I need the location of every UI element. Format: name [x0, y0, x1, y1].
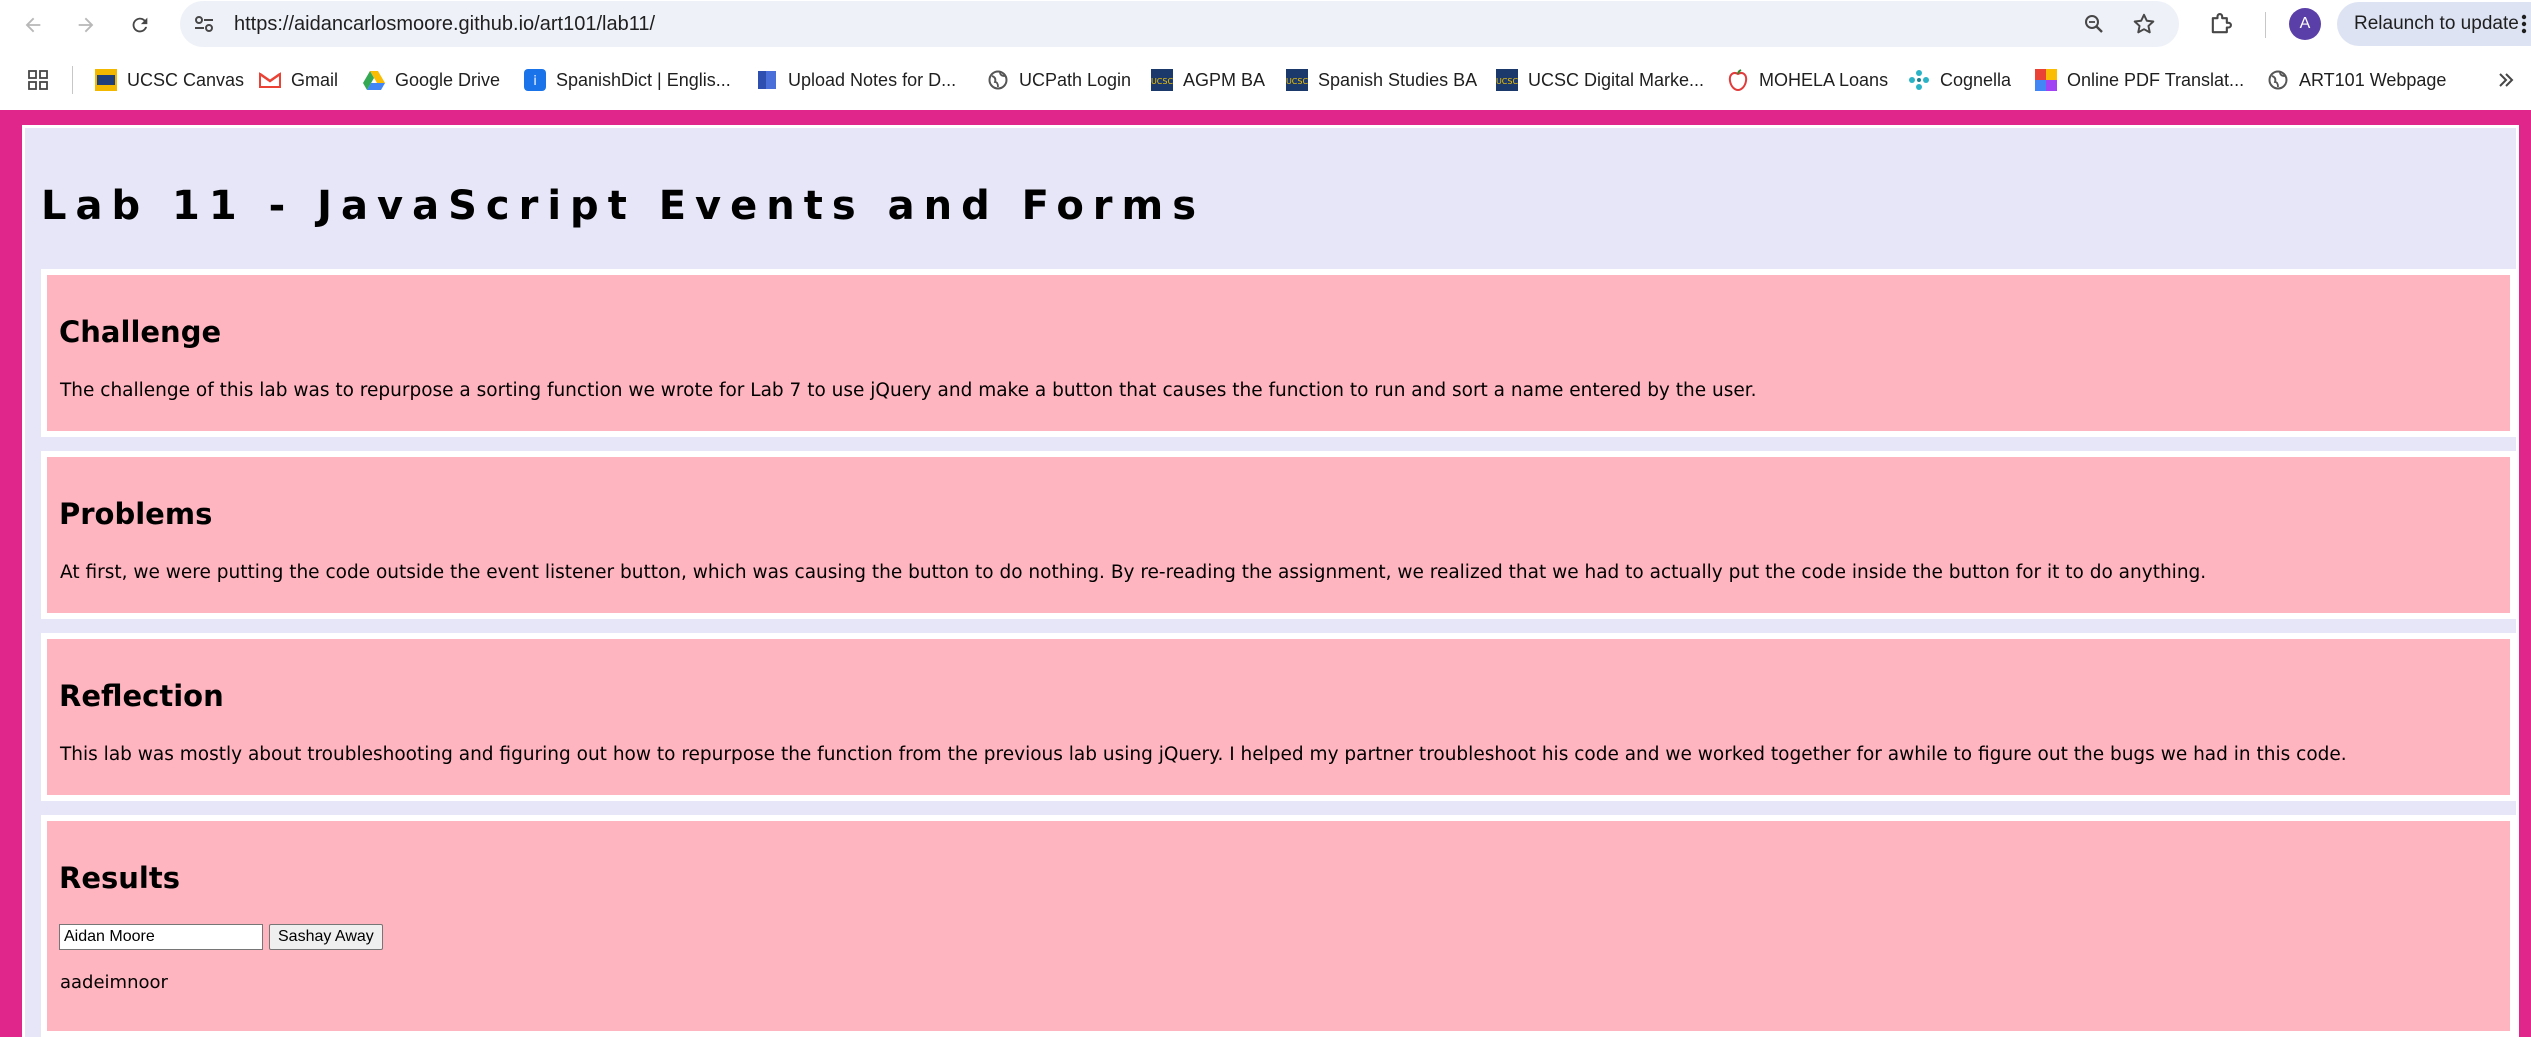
chevron-double-right-icon[interactable] — [2496, 70, 2516, 90]
bookmark-label: UCPath Login — [1019, 69, 1132, 90]
bookmark-ucsc-canvas[interactable]: UCSC Canvas — [95, 64, 244, 96]
reflection-text: This lab was mostly about troubleshootin… — [60, 744, 2347, 765]
bookmark-label: ART101 Webpage — [2299, 69, 2447, 90]
bookmark-agpm-ba[interactable]: UCSC AGPM BA — [1151, 64, 1265, 96]
google-drive-icon — [363, 69, 385, 91]
bookmark-label: MOHELA Loans — [1759, 69, 1889, 90]
relaunch-button[interactable]: Relaunch to update — [2337, 2, 2531, 46]
back-arrow-icon — [25, 17, 41, 33]
cognella-icon — [1908, 69, 1930, 91]
url-text[interactable]: https://aidancarlosmoore.github.io/art10… — [234, 1, 655, 47]
reload-icon — [132, 17, 148, 33]
ucsc-canvas-icon — [95, 69, 117, 91]
apps-grid-icon[interactable] — [26, 68, 50, 92]
bookmark-label: Gmail — [291, 69, 339, 90]
reflection-section: Reflection This lab was mostly about tro… — [41, 633, 2516, 801]
address-bar[interactable]: https://aidancarlosmoore.github.io/art10… — [180, 1, 2179, 47]
forward-button[interactable] — [71, 10, 101, 40]
page-viewport: Lab 11 - JavaScript Events and Forms Cha… — [0, 110, 2531, 1037]
zoom-icon[interactable] — [2082, 12, 2106, 36]
problems-section: Problems At first, we were putting the c… — [41, 451, 2516, 619]
bookmark-gmail[interactable]: Gmail — [259, 64, 338, 96]
problems-text: At first, we were putting the code outsi… — [60, 562, 2207, 583]
challenge-section: Challenge The challenge of this lab was … — [41, 269, 2516, 437]
relaunch-label: Relaunch to update — [2354, 13, 2519, 34]
pdf-translate-icon — [2035, 69, 2057, 91]
name-input[interactable] — [59, 924, 263, 950]
bookmark-ucpath[interactable]: UCPath Login — [987, 64, 1131, 96]
globe-icon — [2267, 69, 2289, 91]
sashay-away-button[interactable]: Sashay Away — [269, 924, 383, 950]
bookmark-cognella[interactable]: Cognella — [1908, 64, 2011, 96]
bookmark-label: Spanish Studies BA — [1318, 69, 1478, 90]
svg-text:UCSC: UCSC — [1286, 77, 1308, 86]
browser-toolbar: https://aidancarlosmoore.github.io/art10… — [0, 0, 2531, 50]
bookmark-star-icon[interactable] — [2131, 11, 2157, 37]
svg-text:i: i — [533, 74, 537, 89]
svg-text:UCSC: UCSC — [1151, 77, 1173, 86]
ucsc-logo-icon: UCSC — [1151, 69, 1173, 91]
bookmark-pdf-translator[interactable]: Online PDF Translat... — [2035, 64, 2244, 96]
problems-heading: Problems — [59, 497, 213, 531]
reflection-heading: Reflection — [59, 679, 224, 713]
bookmark-art101[interactable]: ART101 Webpage — [2267, 64, 2446, 96]
challenge-heading: Challenge — [59, 315, 222, 349]
bookmark-google-drive[interactable]: Google Drive — [363, 64, 500, 96]
gmail-icon — [259, 69, 281, 91]
sort-form: Sashay Away — [59, 924, 383, 950]
bookmark-upload-notes[interactable]: Upload Notes for D... — [756, 64, 956, 96]
toolbar-divider — [2265, 12, 2266, 38]
bookmark-label: UCSC Canvas — [127, 69, 245, 90]
bookmark-label: Upload Notes for D... — [788, 69, 957, 90]
back-button[interactable] — [18, 10, 48, 40]
bookmark-spanishdict[interactable]: i SpanishDict | Englis... — [524, 64, 731, 96]
site-settings-icon[interactable] — [192, 12, 216, 36]
sorted-name-output: aadeimnoor — [60, 972, 168, 993]
document-icon — [756, 69, 778, 91]
bookmark-spanish-studies[interactable]: UCSC Spanish Studies BA — [1286, 64, 1477, 96]
svg-text:UCSC: UCSC — [1496, 77, 1518, 86]
profile-avatar[interactable]: A — [2289, 8, 2321, 40]
mohela-icon — [1727, 69, 1749, 91]
results-heading: Results — [59, 861, 180, 895]
more-menu-icon[interactable] — [2521, 14, 2527, 34]
bookmark-label: Google Drive — [395, 69, 501, 90]
bookmarks-divider — [72, 66, 73, 94]
bookmark-label: UCSC Digital Marke... — [1528, 69, 1705, 90]
extensions-icon[interactable] — [2207, 10, 2235, 38]
page-title: Lab 11 - JavaScript Events and Forms — [41, 183, 1206, 229]
challenge-text: The challenge of this lab was to repurpo… — [60, 380, 1757, 401]
results-section: Results Sashay Away aadeimnoor — [41, 815, 2516, 1037]
bookmark-label: Cognella — [1940, 69, 2012, 90]
globe-icon — [987, 69, 1009, 91]
forward-arrow-icon — [78, 17, 94, 33]
bookmark-label: Online PDF Translat... — [2067, 69, 2245, 90]
bookmark-label: AGPM BA — [1183, 69, 1266, 90]
ucsc-logo-icon: UCSC — [1496, 69, 1518, 91]
spanishdict-icon: i — [524, 69, 546, 91]
bookmark-label: SpanishDict | Englis... — [556, 69, 731, 90]
main-container: Lab 11 - JavaScript Events and Forms Cha… — [22, 125, 2519, 1037]
bookmark-ucsc-digital[interactable]: UCSC UCSC Digital Marke... — [1496, 64, 1704, 96]
bookmark-mohela[interactable]: MOHELA Loans — [1727, 64, 1888, 96]
ucsc-logo-icon: UCSC — [1286, 69, 1308, 91]
reload-button[interactable] — [125, 10, 155, 40]
